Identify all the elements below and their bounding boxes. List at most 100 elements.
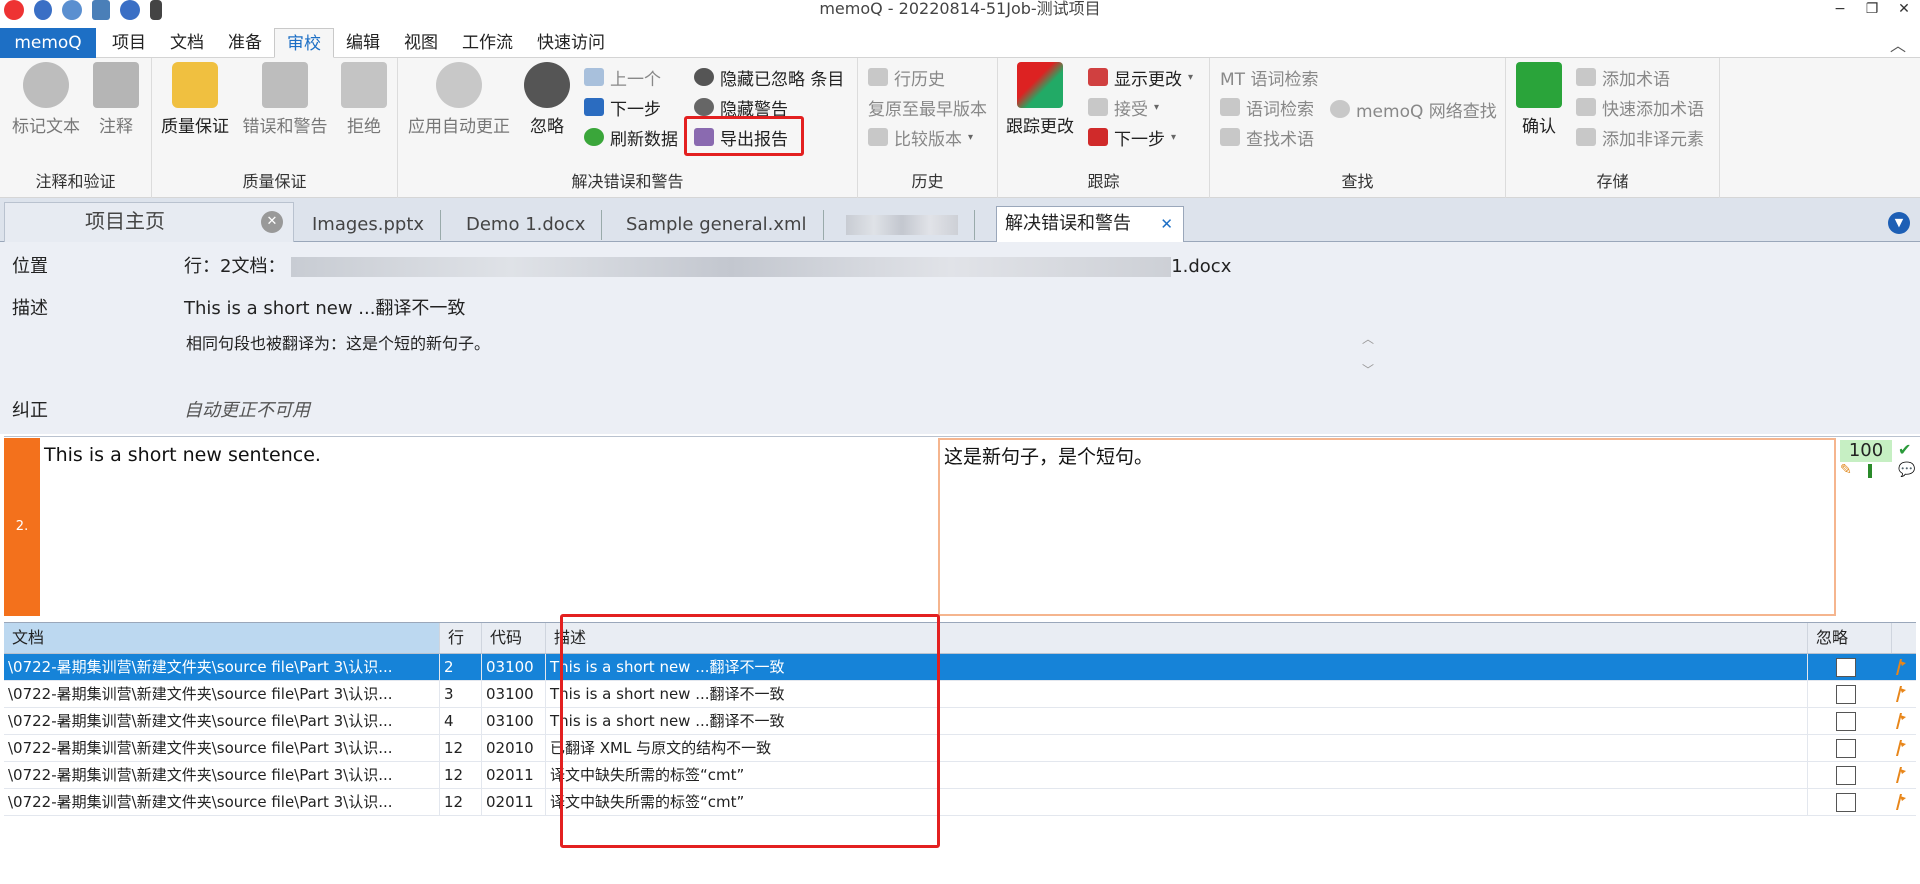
column-header-document[interactable]: 文档 — [4, 623, 440, 653]
info-icon — [23, 62, 69, 108]
group-store: 确认 添加术语 快速添加术语 添加非译元素 存储 — [1506, 58, 1720, 198]
close-tab-icon[interactable]: ✕ — [1160, 207, 1173, 241]
column-header-row[interactable]: 行 — [440, 623, 482, 653]
refresh-button[interactable]: 刷新数据 — [584, 124, 678, 150]
chevron-down-icon: ▾ — [1188, 71, 1194, 83]
ignore-x-icon — [524, 62, 570, 108]
tab-resolve-errors[interactable]: 解决错误和警告 ✕ — [996, 206, 1184, 242]
quick-add-term-button[interactable]: 快速添加术语 — [1576, 94, 1704, 120]
find-term-button[interactable]: 查找术语 — [1220, 124, 1314, 150]
source-segment[interactable]: This is a short new sentence. — [44, 444, 321, 466]
table-row[interactable]: \0722-暑期集训营\新建文件夹\source file\Part 3\认识.… — [4, 654, 1916, 681]
history-icon — [868, 68, 888, 86]
group-annotate: 标记文本 注释 注释和验证 — [0, 58, 152, 198]
table-row[interactable]: \0722-暑期集训营\新建文件夹\source file\Part 3\认识.… — [4, 789, 1916, 816]
apply-autocorrect-button[interactable]: 应用自动更正 — [404, 62, 514, 137]
track-next-button[interactable]: 下一步 ▾ — [1088, 124, 1176, 150]
track-changes-button[interactable]: 跟踪更改 — [1002, 62, 1078, 137]
previous-button[interactable]: 上一个 — [584, 64, 661, 90]
table-row[interactable]: \0722-暑期集训营\新建文件夹\source file\Part 3\认识.… — [4, 762, 1916, 789]
confirm-button[interactable]: 确认 — [1510, 62, 1568, 137]
arrow-right-red-icon — [1088, 128, 1108, 146]
ignore-checkbox[interactable] — [1836, 739, 1856, 758]
next-button[interactable]: 下一步 — [584, 94, 661, 120]
ignore-button[interactable]: 忽略 — [522, 62, 572, 137]
table-row[interactable]: \0722-暑期集训营\新建文件夹\source file\Part 3\认识.… — [4, 681, 1916, 708]
eye-icon — [694, 68, 714, 86]
ignore-checkbox[interactable] — [1836, 658, 1856, 677]
comment-button[interactable]: 注释 — [88, 62, 144, 137]
hide-ignored-button[interactable]: 隐藏已忽略 条目 — [694, 64, 844, 90]
tab-sample-xml[interactable]: Sample general.xml — [626, 210, 824, 240]
errors-warnings-button[interactable]: 错误和警告 — [240, 62, 330, 137]
cell-document: \0722-暑期集训营\新建文件夹\source file\Part 3\认识.… — [4, 762, 440, 789]
reject-icon — [341, 62, 387, 108]
add-term-icon — [1576, 68, 1596, 86]
ignore-checkbox[interactable] — [1836, 793, 1856, 812]
target-segment[interactable]: 这是新句子，是个短句。 — [944, 442, 1153, 469]
flag-icon — [1896, 659, 1906, 675]
compare-icon — [868, 128, 888, 146]
qa-button[interactable]: 质量保证 — [158, 62, 232, 137]
collapse-ribbon-icon[interactable]: ︿ — [1890, 32, 1906, 56]
concordance-button[interactable]: 语词检索 — [1220, 94, 1314, 120]
cell-row: 3 — [440, 681, 482, 708]
flag-icon — [1896, 767, 1906, 783]
group-label: 存储 — [1596, 172, 1629, 191]
cell-code: 02011 — [482, 762, 546, 789]
column-header-code[interactable]: 代码 — [482, 623, 546, 653]
ignore-checkbox[interactable] — [1836, 712, 1856, 731]
add-term-button[interactable]: 添加术语 — [1576, 64, 1670, 90]
accept-button[interactable]: 接受 ▾ — [1088, 94, 1159, 120]
reject-button[interactable]: 拒绝 — [338, 62, 390, 137]
cell-row: 12 — [440, 762, 482, 789]
menu-prepare[interactable]: 准备 — [216, 28, 274, 58]
close-icon[interactable]: ✕ — [261, 211, 283, 233]
web-search-icon — [1330, 100, 1350, 118]
group-label: 注释和验证 — [35, 172, 116, 191]
menu-workflow[interactable]: 工作流 — [450, 28, 525, 58]
menu-quick-access[interactable]: 快速访问 — [525, 28, 617, 58]
mark-text-button[interactable]: 标记文本 — [8, 62, 84, 137]
segment-status: 100 ✔ ✎ 💬 — [1838, 438, 1920, 616]
group-label: 历史 — [911, 172, 944, 191]
column-header-ignore[interactable]: 忽略 — [1808, 623, 1892, 653]
add-nontranslatable-button[interactable]: 添加非译元素 — [1576, 124, 1704, 150]
restore-button[interactable]: ❐ — [1856, 0, 1888, 18]
comment-bubble-icon[interactable]: 💬 — [1898, 462, 1915, 478]
mt-concordance-button[interactable]: MT 语词检索 — [1220, 64, 1318, 90]
menu-documents[interactable]: 文档 — [158, 28, 216, 58]
web-search-button[interactable]: memoQ 网络查找 — [1330, 96, 1497, 122]
table-row[interactable]: \0722-暑期集训营\新建文件夹\source file\Part 3\认识.… — [4, 708, 1916, 735]
menu-view[interactable]: 视图 — [392, 28, 450, 58]
quick-add-icon — [1576, 98, 1596, 116]
table-row[interactable]: \0722-暑期集训营\新建文件夹\source file\Part 3\认识.… — [4, 735, 1916, 762]
tab-demo-docx[interactable]: Demo 1.docx — [466, 210, 603, 240]
segment-number: 2. — [4, 438, 40, 616]
confirm-check-icon — [1516, 62, 1562, 108]
compare-versions-button[interactable]: 比较版本 ▾ — [868, 124, 973, 150]
description-scrollbar[interactable]: ︿ ﹀ — [1356, 330, 1380, 390]
cell-code: 02011 — [482, 789, 546, 816]
cell-row: 12 — [440, 735, 482, 762]
row-history-button[interactable]: 行历史 — [868, 64, 945, 90]
ignore-checkbox[interactable] — [1836, 766, 1856, 785]
group-label: 跟踪 — [1087, 172, 1120, 191]
show-changes-button[interactable]: 显示更改 ▾ — [1088, 64, 1193, 90]
ribbon: 标记文本 注释 注释和验证 质量保证 错误和警告 拒绝 质量保证 应用自动更正 — [0, 58, 1920, 198]
tab-list-icon[interactable]: ▼ — [1888, 212, 1910, 234]
flag-icon — [1896, 686, 1906, 702]
menu-edit[interactable]: 编辑 — [334, 28, 392, 58]
app-menu-button[interactable]: memoQ — [0, 28, 96, 58]
tab-images-pptx[interactable]: Images.pptx — [312, 210, 442, 240]
menu-project[interactable]: 项目 — [100, 28, 158, 58]
tab-redacted[interactable] — [846, 210, 975, 240]
tab-project-home[interactable]: 项目主页 ✕ — [4, 202, 294, 242]
flag-icon — [1896, 794, 1906, 810]
restore-earliest-button[interactable]: 复原至最早版本 — [868, 94, 987, 120]
minimize-button[interactable]: − — [1824, 0, 1856, 18]
menu-review[interactable]: 审校 — [274, 28, 334, 58]
close-button[interactable]: ✕ — [1888, 0, 1920, 18]
group-search: MT 语词检索 语词检索 查找术语 memoQ 网络查找 查找 — [1210, 58, 1506, 198]
ignore-checkbox[interactable] — [1836, 685, 1856, 704]
